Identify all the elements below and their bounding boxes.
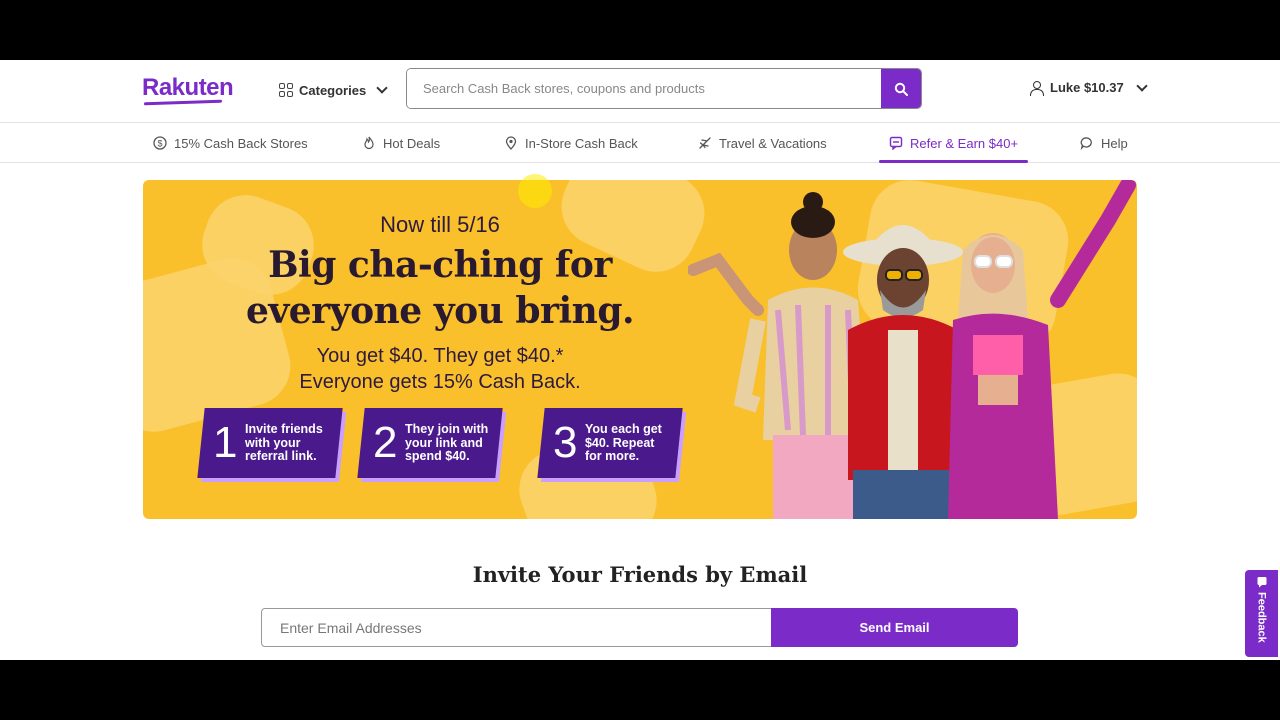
chevron-down-icon	[1136, 79, 1148, 92]
send-email-button[interactable]: Send Email	[771, 608, 1018, 647]
page: Rakuten Categories Luke $10.37 $ 15% Cas…	[0, 60, 1280, 660]
nav-item-label: In-Store Cash Back	[525, 135, 638, 151]
step-card-1: 1 Invite friends with your referral link…	[197, 408, 343, 478]
feedback-label: Feedback	[1255, 592, 1268, 643]
person-left	[688, 192, 868, 519]
promo-date: Now till 5/16	[380, 212, 500, 237]
rakuten-logo[interactable]: Rakuten	[142, 74, 234, 102]
nav-item-label: Refer & Earn $40+	[910, 135, 1019, 151]
flame-icon	[362, 136, 376, 150]
invite-title: Invite Your Friends by Email	[472, 562, 808, 587]
search-button[interactable]	[881, 69, 921, 108]
person-right	[948, 180, 1136, 519]
nav-item-help[interactable]: Help	[1080, 123, 1128, 163]
site-header: Rakuten Categories Luke $10.37	[0, 60, 1280, 123]
nav-item-label: Help	[1101, 135, 1128, 151]
feedback-icon	[1257, 577, 1266, 588]
step-card-2: 2 They join with your link and spend $40…	[357, 408, 503, 478]
headline-line-1: Big cha-ching for	[268, 244, 612, 286]
nav-item-label: Travel & Vacations	[719, 135, 827, 151]
user-icon	[1030, 80, 1044, 96]
search-input[interactable]	[407, 69, 881, 108]
step-text: Invite friends with your referral link.	[245, 421, 324, 463]
categories-label: Categories	[299, 82, 367, 98]
nav-item-in-store[interactable]: In-Store Cash Back	[504, 123, 638, 163]
feedback-tab[interactable]: Feedback	[1245, 570, 1278, 657]
airplane-icon	[698, 136, 712, 150]
location-pin-icon	[504, 136, 518, 150]
nav-item-refer-earn[interactable]: Refer & Earn $40+	[878, 123, 1029, 163]
account-menu[interactable]: Luke $10.37	[1030, 79, 1150, 96]
hero-headline: Big cha-ching for everyone you bring.	[143, 242, 737, 334]
dollar-circle-icon: $	[153, 136, 167, 150]
account-label: Luke $10.37	[1050, 80, 1124, 95]
email-field[interactable]	[261, 608, 772, 647]
step-number: 1	[213, 418, 238, 467]
search-bar	[406, 68, 922, 109]
nav-item-label: 15% Cash Back Stores	[174, 135, 308, 151]
gift-chat-icon	[889, 136, 903, 150]
step-card-3: 3 You each get $40. Repeat for more.	[537, 408, 683, 478]
nav-item-cash-back-stores[interactable]: $ 15% Cash Back Stores	[153, 123, 308, 163]
cursor-highlight	[518, 174, 552, 208]
hero-subheadline: You get $40. They get $40.* Everyone get…	[143, 343, 737, 395]
chat-bubble-icon	[1080, 136, 1094, 150]
step-text: You each get $40. Repeat for more.	[585, 421, 663, 463]
nav-item-travel[interactable]: Travel & Vacations	[698, 123, 827, 163]
categories-menu[interactable]: Categories	[279, 80, 390, 100]
svg-text:$: $	[157, 139, 162, 149]
step-number: 3	[553, 418, 578, 467]
subheadline-line-2: Everyone gets 15% Cash Back.	[299, 371, 581, 393]
chevron-down-icon	[376, 82, 388, 94]
nav-item-hot-deals[interactable]: Hot Deals	[362, 123, 440, 163]
grid-icon	[279, 83, 293, 97]
person-middle	[843, 225, 963, 519]
main-nav: $ 15% Cash Back Stores Hot Deals In-Stor…	[0, 123, 1280, 163]
step-number: 2	[373, 418, 398, 467]
referral-hero-banner[interactable]: Now till 5/16 Big cha-ching for everyone…	[143, 180, 1137, 519]
people-photo	[688, 180, 1136, 519]
step-text: They join with your link and spend $40.	[405, 421, 489, 463]
search-icon	[894, 82, 908, 96]
nav-item-label: Hot Deals	[383, 135, 441, 151]
subheadline-line-1: You get $40. They get $40.*	[316, 345, 564, 367]
headline-line-2: everyone you bring.	[245, 290, 635, 332]
